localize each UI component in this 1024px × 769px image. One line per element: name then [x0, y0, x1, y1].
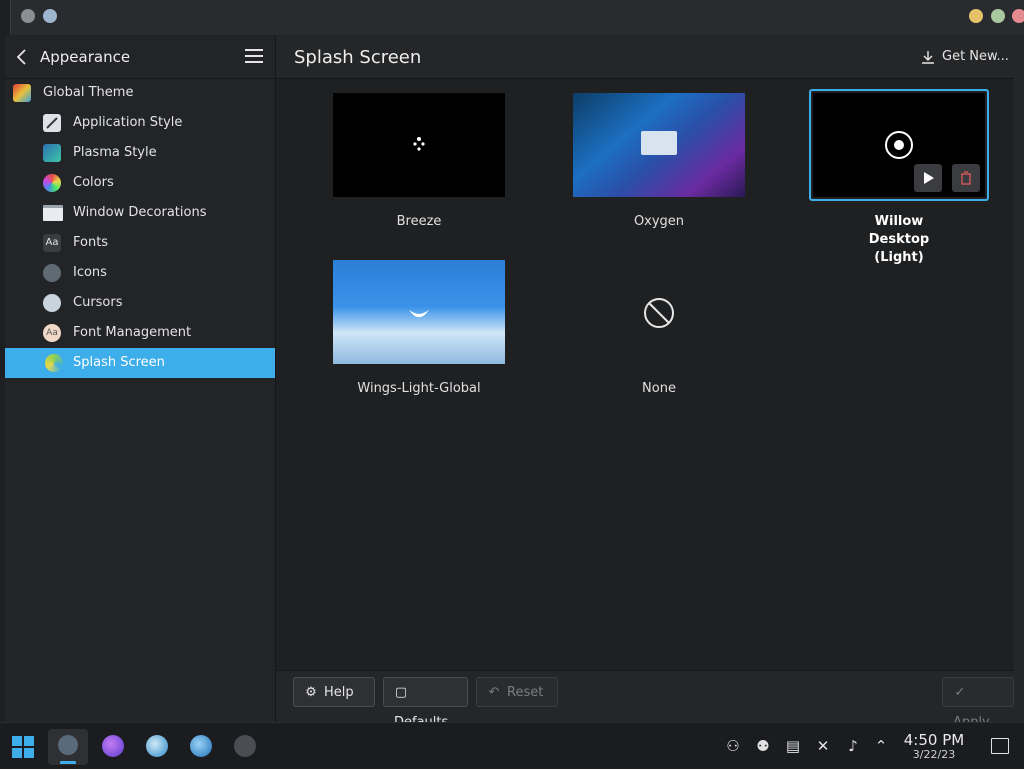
oxygen-preview	[573, 93, 745, 197]
sidebar-item-plasma-style[interactable]: Plasma Style	[5, 138, 275, 168]
sidebar-item-label: Global Theme	[43, 85, 134, 100]
theme-tile-oxygen[interactable]: Oxygen	[573, 93, 753, 253]
sidebar-item-fonts[interactable]: Aa Fonts	[5, 228, 275, 258]
sidebar-item-application-style[interactable]: Application Style	[5, 108, 275, 138]
sidebar-item-label: Window Decorations	[73, 205, 207, 220]
sidebar-header: Appearance	[5, 35, 275, 79]
chevron-left-icon	[16, 49, 26, 65]
task-system-settings[interactable]	[48, 729, 88, 765]
sidebar-list: Global Theme Application Style Plasma St…	[5, 78, 275, 378]
sidebar-item-colors[interactable]: Colors	[5, 168, 275, 198]
theme-tile-breeze[interactable]: Breeze	[333, 93, 513, 253]
reset-button[interactable]: ↶ Reset	[476, 677, 558, 707]
taskbar: ⚇ ⚉ ▤ ✕ ♪ ⌃ 4:50 PM 3/22/23	[0, 722, 1024, 769]
main-panel: Splash Screen Get New... Breeze Oxygen W…	[276, 35, 1014, 730]
sidebar-item-cursors[interactable]: Cursors	[5, 288, 275, 318]
wings-preview	[333, 260, 505, 364]
sidebar-item-label: Icons	[73, 265, 107, 280]
close-button[interactable]	[1012, 9, 1024, 23]
hamburger-menu-button[interactable]	[245, 49, 263, 65]
cursors-icon	[43, 294, 61, 312]
footer-bar: ⚙Help ▢Defaults ↶Reset ✓Apply	[276, 670, 1014, 730]
mute-icon[interactable]: ✕	[814, 737, 832, 755]
splash-screen-icon	[45, 354, 63, 372]
theme-tile-none[interactable]: None	[573, 260, 753, 420]
theme-label: Willow Desktop (Light)	[868, 214, 930, 265]
sidebar-title: Appearance	[40, 48, 131, 66]
theme-label: Oxygen	[633, 214, 685, 229]
colors-icon	[43, 174, 61, 192]
undo-icon: ↶	[488, 685, 500, 700]
settings-gear-icon[interactable]	[190, 735, 212, 757]
sidebar-item-label: Plasma Style	[73, 145, 157, 160]
chevron-up-icon[interactable]: ⌃	[872, 737, 890, 755]
trash-icon	[961, 171, 971, 185]
back-button[interactable]	[15, 47, 33, 67]
sidebar-item-window-decorations[interactable]: Window Decorations	[5, 198, 275, 228]
maximize-button[interactable]	[991, 9, 1005, 23]
get-new-button[interactable]: Get New...	[920, 47, 1009, 67]
theme-tile-wings-light-global[interactable]: Wings-Light-Global	[333, 260, 513, 420]
start-menu-icon[interactable]	[12, 736, 34, 758]
minimize-button[interactable]	[969, 9, 983, 23]
uninstall-button[interactable]	[952, 164, 980, 192]
document-icon: ▢	[394, 685, 408, 700]
sidebar-item-label: Font Management	[73, 325, 192, 340]
sidebar-item-label: Fonts	[73, 235, 109, 250]
terminal-icon[interactable]	[234, 735, 256, 757]
plasma-style-icon	[43, 144, 61, 162]
sidebar-item-font-management[interactable]: Aa Font Management	[5, 318, 275, 348]
check-icon: ✓	[954, 685, 966, 700]
clock-date[interactable]: 3/22/23	[898, 748, 970, 761]
theme-label: None	[642, 381, 676, 396]
fonts-icon: Aa	[43, 234, 61, 252]
sidebar-item-splash-screen[interactable]: Splash Screen	[5, 348, 275, 378]
show-desktop-icon[interactable]	[991, 738, 1009, 754]
theme-label: Wings-Light-Global	[357, 381, 481, 396]
browser-icon[interactable]	[146, 735, 168, 757]
hamburger-icon	[245, 49, 263, 51]
icons-icon	[43, 264, 61, 282]
user-icon[interactable]: ⚇	[724, 737, 742, 755]
theme-label: Breeze	[396, 214, 442, 229]
help-button[interactable]: ⚙ Help	[293, 677, 375, 707]
defaults-button[interactable]: ▢Defaults	[383, 677, 468, 730]
sidebar: Appearance Global Theme Application Styl…	[5, 35, 276, 722]
clipboard-icon[interactable]: ▤	[784, 737, 802, 755]
clock-time[interactable]: 4:50 PM	[898, 731, 970, 749]
none-preview	[573, 260, 745, 364]
volume-icon[interactable]: ♪	[844, 737, 862, 755]
sidebar-item-label: Colors	[73, 175, 114, 190]
sidebar-item-global-theme[interactable]: Global Theme	[5, 78, 275, 108]
preview-button[interactable]	[914, 164, 942, 192]
sidebar-item-label: Splash Screen	[73, 355, 165, 370]
sidebar-item-label: Application Style	[73, 115, 183, 130]
font-management-icon: Aa	[43, 324, 61, 342]
sidebar-item-icons[interactable]: Icons	[5, 258, 275, 288]
global-theme-icon	[13, 84, 31, 102]
window-decorations-icon	[43, 205, 63, 221]
download-icon	[922, 50, 934, 64]
theme-tile-willow-desktop-light[interactable]: Willow Desktop (Light)	[809, 89, 993, 265]
app-launcher-icon[interactable]	[102, 735, 124, 757]
keep-on-all-desktops-icon[interactable]	[43, 9, 57, 23]
accounts-icon[interactable]: ⚉	[754, 737, 772, 755]
apply-button[interactable]: ✓Apply	[942, 677, 1014, 730]
main-header: Splash Screen Get New...	[276, 35, 1014, 79]
play-icon	[924, 172, 934, 184]
app-menu-icon[interactable]	[21, 9, 35, 23]
application-style-icon	[43, 114, 61, 132]
get-new-label: Get New...	[942, 49, 1009, 64]
system-settings-icon	[58, 735, 78, 755]
help-icon: ⚙	[305, 685, 317, 700]
breeze-preview	[333, 93, 505, 197]
sidebar-item-label: Cursors	[73, 295, 123, 310]
title-bar[interactable]	[11, 0, 1024, 35]
page-title: Splash Screen	[294, 47, 422, 68]
no-symbol-icon	[644, 298, 674, 328]
